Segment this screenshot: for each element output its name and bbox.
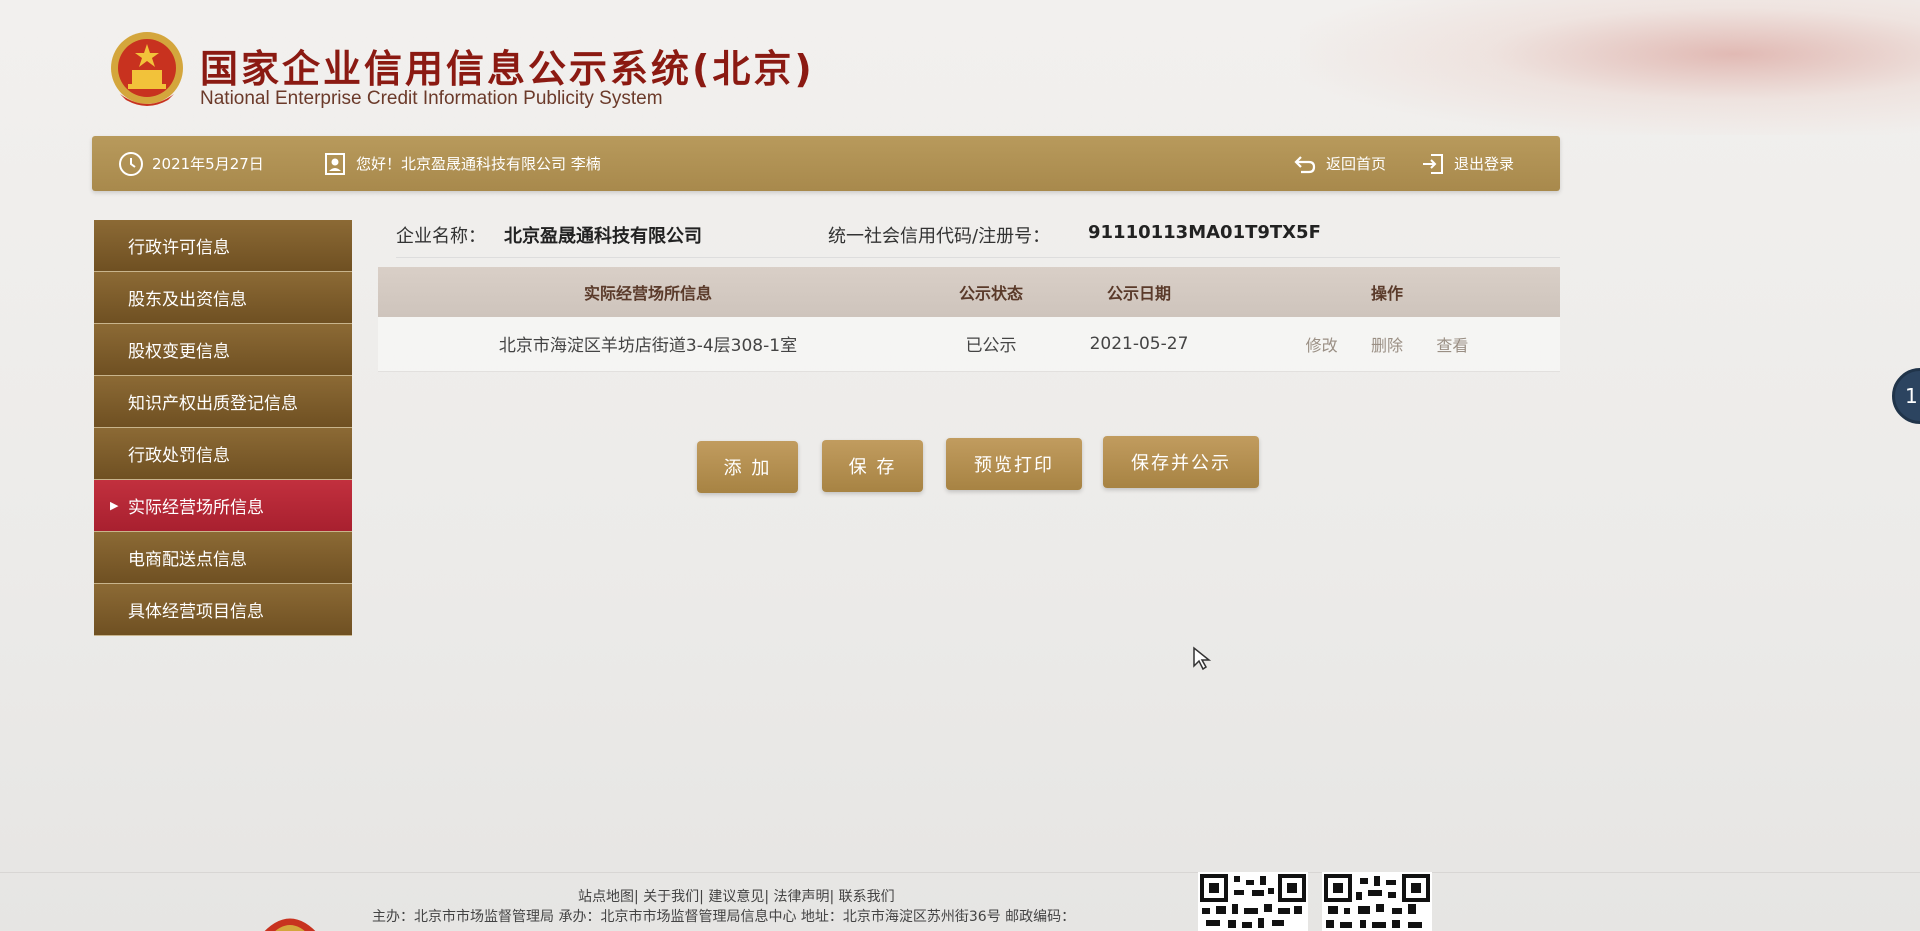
home-link-label: 返回首页 [1326,155,1387,173]
sidebar-item-business-premises[interactable]: ▶ 实际经营场所信息 [94,480,352,532]
premises-table: 实际经营场所信息 公示状态 公示日期 操作 北京市海淀区羊坊店街道3-4层308… [378,267,1560,372]
logout-icon [1420,151,1446,177]
sidebar-item-ip-pledge[interactable]: 知识产权出质登记信息 [94,376,352,428]
caret-right-icon: ▶ [110,499,119,512]
site-header: 国家企业信用信息公示系统(北京) National Enterprise Cre… [0,0,1920,135]
logout-link[interactable]: 退出登录 [1420,136,1514,191]
logout-link-label: 退出登录 [1454,155,1515,173]
sidebar-item-ecommerce-delivery[interactable]: 电商配送点信息 [94,532,352,584]
save-button[interactable]: 保 存 [822,440,923,492]
save-and-publish-button[interactable]: 保存并公示 [1103,436,1259,488]
premises-address: 北京市海淀区羊坊店街道3-4层308-1室 [378,317,918,372]
user-card-icon [322,151,348,177]
header-decoration [1300,0,1920,135]
credit-code-value: 91110113MA01T9TX5F [1088,222,1321,243]
sidebar-item-label: 行政许可信息 [128,238,230,258]
footer-links[interactable]: 站点地图| 关于我们| 建议意见| 法律声明| 联系我们 [578,886,895,906]
col-header-premises: 实际经营场所信息 [378,267,918,317]
sidebar-item-equity-change[interactable]: 股权变更信息 [94,324,352,376]
publish-date: 2021-05-27 [1064,317,1214,372]
table-row: 北京市海淀区羊坊店街道3-4层308-1室 已公示 2021-05-27 修改 … [378,317,1560,372]
sidebar-item-label: 股权变更信息 [128,342,230,362]
company-name-value: 北京盈晟通科技有限公司 [504,226,702,247]
national-emblem-icon [108,28,186,110]
sidebar-item-label: 电商配送点信息 [128,550,247,570]
sidebar-item-label: 实际经营场所信息 [128,498,264,518]
sidebar-item-business-items[interactable]: 具体经营项目信息 [94,584,352,636]
site-title: 国家企业信用信息公示系统(北京) [200,47,815,91]
greeting-text: 您好！北京盈晟通科技有限公司 李楠 [356,155,601,173]
table-header-row: 实际经营场所信息 公示状态 公示日期 操作 [378,267,1560,317]
sidebar-menu: 行政许可信息 股东及出资信息 股权变更信息 知识产权出质登记信息 行政处罚信息 … [94,220,352,636]
col-header-date: 公示日期 [1064,267,1214,317]
credit-code-label: 统一社会信用代码/注册号： [828,226,1051,247]
sidebar-item-label: 具体经营项目信息 [128,602,264,622]
site-subtitle: National Enterprise Credit Information P… [200,88,663,109]
current-date: 2021年5月27日 [118,136,264,191]
footer-info: 主办：北京市市场监督管理局 承办：北京市市场监督管理局信息中心 地址：北京市海淀… [372,909,1076,925]
badge-text: 1 [1905,384,1918,408]
footer-divider [0,872,1920,873]
edit-link[interactable]: 修改 [1306,336,1338,355]
home-link[interactable]: 返回首页 [1292,136,1386,191]
col-header-actions: 操作 [1214,267,1560,317]
return-arrow-icon [1292,151,1318,177]
user-bar: 2021年5月27日 您好！北京盈晟通科技有限公司 李楠 返回首页 退出登录 [92,136,1560,191]
user-greeting: 您好！北京盈晟通科技有限公司 李楠 [322,136,601,191]
publish-status: 已公示 [918,317,1064,372]
sidebar-item-admin-penalty[interactable]: 行政处罚信息 [94,428,352,480]
view-link[interactable]: 查看 [1436,336,1468,355]
row-actions: 修改 删除 查看 [1214,317,1560,372]
sidebar-item-label: 股东及出资信息 [128,290,247,310]
date-text: 2021年5月27日 [152,155,264,173]
company-name-label: 企业名称： [396,226,486,247]
floating-badge[interactable]: 1 [1892,368,1920,424]
footer-emblem-icon [255,906,325,931]
clock-icon [118,151,144,177]
company-info: 企业名称： 北京盈晟通科技有限公司 统一社会信用代码/注册号： 91110113… [396,218,1560,258]
sidebar-item-admin-license[interactable]: 行政许可信息 [94,220,352,272]
add-button[interactable]: 添 加 [697,441,798,493]
sidebar-item-label: 知识产权出质登记信息 [128,394,298,414]
mouse-cursor-icon [1192,646,1212,676]
qr-code-icon [1322,872,1432,931]
preview-print-button[interactable]: 预览打印 [946,438,1082,490]
sidebar-item-label: 行政处罚信息 [128,446,230,466]
qr-code-icon [1198,872,1308,931]
delete-link[interactable]: 删除 [1371,336,1403,355]
sidebar-item-shareholders[interactable]: 股东及出资信息 [94,272,352,324]
col-header-status: 公示状态 [918,267,1064,317]
